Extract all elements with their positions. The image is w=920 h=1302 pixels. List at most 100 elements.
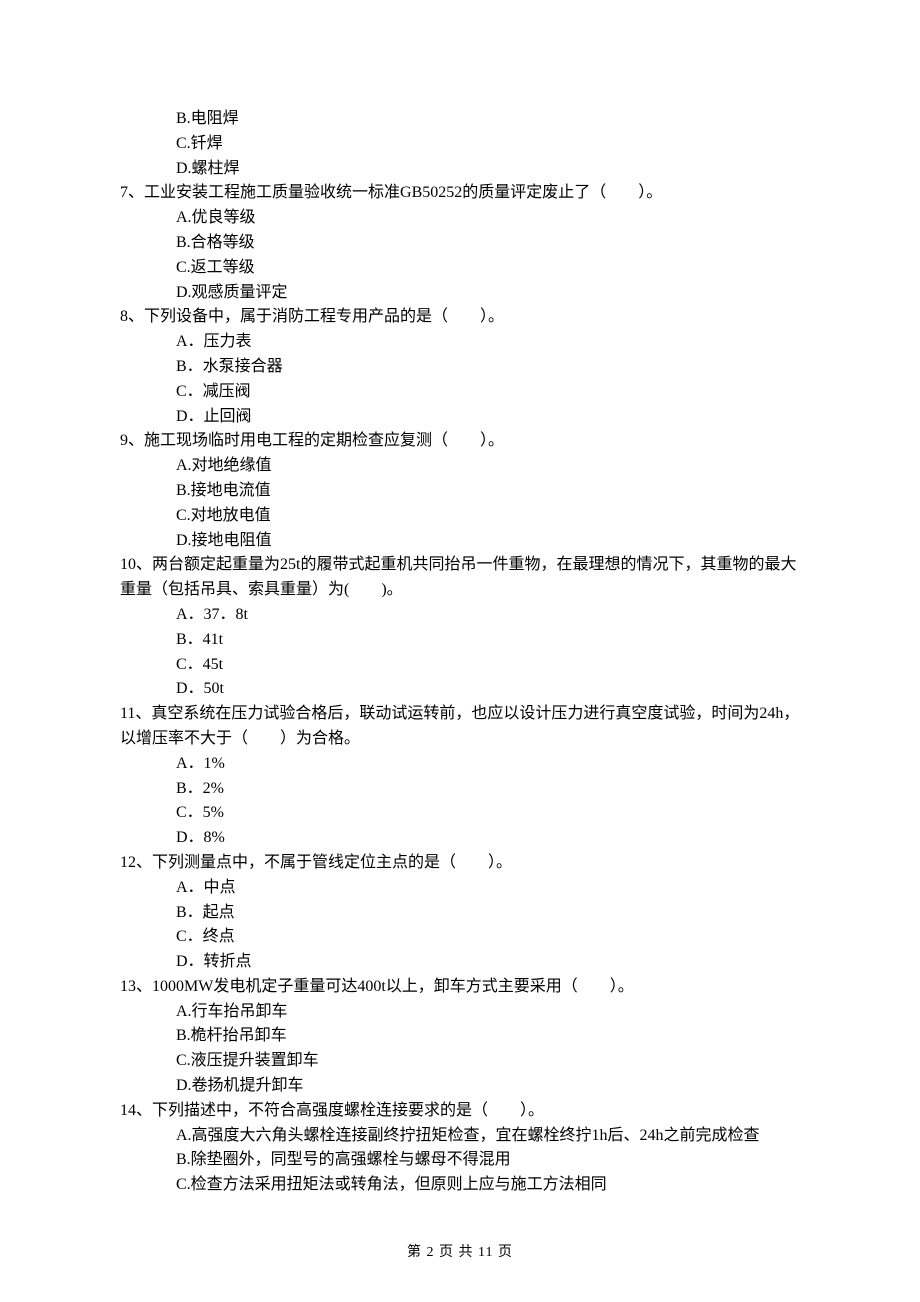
option-text: C．5%	[176, 804, 224, 821]
option-text: B．起点	[176, 904, 235, 921]
question-number: 12、	[120, 854, 152, 871]
question-12: 12、下列测量点中，不属于管线定位主点的是（ ）。 A．中点 B．起点 C．终点…	[120, 851, 800, 975]
page-number: 第 2 页 共 11 页	[407, 1245, 513, 1260]
question-number: 13、	[120, 978, 152, 995]
question-stem: 14、下列描述中，不符合高强度螺栓连接要求的是（ ）。	[120, 1099, 800, 1124]
question-stem: 11、真空系统在压力试验合格后，联动试运转前，也应以设计压力进行真空度试验，时间…	[120, 702, 800, 752]
option-text: C.返工等级	[176, 259, 255, 276]
option-text: A.行车抬吊卸车	[176, 1003, 288, 1020]
option-a: A.对地绝缘值	[120, 454, 800, 479]
option-c: C.液压提升装置卸车	[120, 1049, 800, 1074]
option-d: D.接地电阻值	[120, 529, 800, 554]
option-a: A．中点	[120, 876, 800, 901]
option-a: A．37．8t	[120, 603, 800, 628]
question-text: 工业安装工程施工质量验收统一标准GB50252的质量评定废止了（ ）。	[144, 184, 662, 201]
option-d: D．止回阀	[120, 405, 800, 430]
option-text: D．转折点	[176, 953, 252, 970]
question-text: 下列测量点中，不属于管线定位主点的是（ ）。	[152, 854, 512, 871]
option-text: B.桅杆抬吊卸车	[176, 1027, 287, 1044]
option-text: D．8%	[176, 829, 225, 846]
option-text: A．压力表	[176, 333, 252, 350]
option-b: B.接地电流值	[120, 479, 800, 504]
option-text: C.对地放电值	[176, 507, 271, 524]
option-text: D.观感质量评定	[176, 284, 288, 301]
option-text: C．减压阀	[176, 383, 251, 400]
question-14: 14、下列描述中，不符合高强度螺栓连接要求的是（ ）。 A.高强度大六角头螺栓连…	[120, 1099, 800, 1198]
option-c: C．终点	[120, 925, 800, 950]
option-a: A.高强度大六角头螺栓连接副终拧扭矩检查，宜在螺栓终拧1h后、24h之前完成检查	[120, 1124, 800, 1149]
option-c: C．5%	[120, 801, 800, 826]
option-text: B.除垫圈外，同型号的高强螺栓与螺母不得混用	[176, 1151, 511, 1168]
question-text: 1000MW发电机定子重量可达400t以上，卸车方式主要采用（ ）。	[152, 978, 634, 995]
option-text: D．止回阀	[176, 408, 252, 425]
question-number: 8、	[120, 308, 144, 325]
option-text: A．37．8t	[176, 606, 248, 623]
option-b: B．2%	[120, 777, 800, 802]
question-text: 下列描述中，不符合高强度螺栓连接要求的是（ ）。	[152, 1102, 544, 1119]
question-number: 7、	[120, 184, 144, 201]
option-d: D.卷扬机提升卸车	[120, 1074, 800, 1099]
option-text: A．1%	[176, 755, 225, 772]
question-number: 10、	[120, 556, 152, 573]
option-b: B.除垫圈外，同型号的高强螺栓与螺母不得混用	[120, 1148, 800, 1173]
question-number: 11、	[120, 705, 151, 722]
option-c: C.返工等级	[120, 256, 800, 281]
option-c: C．减压阀	[120, 380, 800, 405]
option-d: D.螺柱焊	[120, 157, 800, 182]
option-d: D．8%	[120, 826, 800, 851]
option-a: A．1%	[120, 752, 800, 777]
option-text: A．中点	[176, 879, 236, 896]
option-text: D．50t	[176, 680, 224, 697]
page-footer: 第 2 页 共 11 页	[0, 1242, 920, 1264]
option-b: B．水泵接合器	[120, 355, 800, 380]
question-text: 两台额定起重量为25t的履带式起重机共同抬吊一件重物，在最理想的情况下，其重物的…	[120, 556, 796, 598]
option-d: D．50t	[120, 677, 800, 702]
option-text: B．2%	[176, 780, 224, 797]
option-text: A.高强度大六角头螺栓连接副终拧扭矩检查，宜在螺栓终拧1h后、24h之前完成检查	[176, 1127, 760, 1144]
option-text: B.电阻焊	[176, 110, 239, 127]
option-b: B．41t	[120, 628, 800, 653]
question-text: 真空系统在压力试验合格后，联动试运转前，也应以设计压力进行真空度试验，时间为24…	[120, 705, 799, 747]
question-stem: 12、下列测量点中，不属于管线定位主点的是（ ）。	[120, 851, 800, 876]
option-c: C．45t	[120, 653, 800, 678]
option-text: C．45t	[176, 656, 223, 673]
question-stem: 7、工业安装工程施工质量验收统一标准GB50252的质量评定废止了（ ）。	[120, 181, 800, 206]
option-d: D．转折点	[120, 950, 800, 975]
option-text: B.合格等级	[176, 234, 255, 251]
option-b: B.电阻焊	[120, 107, 800, 132]
option-a: A.行车抬吊卸车	[120, 1000, 800, 1025]
option-b: B.桅杆抬吊卸车	[120, 1024, 800, 1049]
option-text: B.接地电流值	[176, 482, 271, 499]
question-13: 13、1000MW发电机定子重量可达400t以上，卸车方式主要采用（ ）。 A.…	[120, 975, 800, 1099]
option-c: C.对地放电值	[120, 504, 800, 529]
option-text: D.卷扬机提升卸车	[176, 1077, 304, 1094]
option-text: B．41t	[176, 631, 223, 648]
question-7: 7、工业安装工程施工质量验收统一标准GB50252的质量评定废止了（ ）。 A.…	[120, 181, 800, 305]
option-c: C.检查方法采用扭矩法或转角法，但原则上应与施工方法相同	[120, 1173, 800, 1198]
question-text: 下列设备中，属于消防工程专用产品的是（ ）。	[144, 308, 504, 325]
option-a: A．压力表	[120, 330, 800, 355]
question-stem: 10、两台额定起重量为25t的履带式起重机共同抬吊一件重物，在最理想的情况下，其…	[120, 553, 800, 603]
option-c: C.钎焊	[120, 132, 800, 157]
option-a: A.优良等级	[120, 206, 800, 231]
option-text: C.检查方法采用扭矩法或转角法，但原则上应与施工方法相同	[176, 1176, 607, 1193]
option-text: A.优良等级	[176, 209, 256, 226]
option-text: C.钎焊	[176, 135, 223, 152]
question-text: 施工现场临时用电工程的定期检查应复测（ ）。	[144, 432, 504, 449]
question-10: 10、两台额定起重量为25t的履带式起重机共同抬吊一件重物，在最理想的情况下，其…	[120, 553, 800, 702]
page: B.电阻焊 C.钎焊 D.螺柱焊 7、工业安装工程施工质量验收统一标准GB502…	[0, 0, 920, 1302]
option-text: C.液压提升装置卸车	[176, 1052, 319, 1069]
question-stem: 13、1000MW发电机定子重量可达400t以上，卸车方式主要采用（ ）。	[120, 975, 800, 1000]
question-11: 11、真空系统在压力试验合格后，联动试运转前，也应以设计压力进行真空度试验，时间…	[120, 702, 800, 851]
question-number: 9、	[120, 432, 144, 449]
option-b: B．起点	[120, 901, 800, 926]
orphan-options-block: B.电阻焊 C.钎焊 D.螺柱焊	[120, 107, 800, 181]
option-text: B．水泵接合器	[176, 358, 283, 375]
option-text: D.接地电阻值	[176, 532, 272, 549]
question-stem: 9、施工现场临时用电工程的定期检查应复测（ ）。	[120, 429, 800, 454]
option-text: D.螺柱焊	[176, 160, 240, 177]
option-b: B.合格等级	[120, 231, 800, 256]
option-text: A.对地绝缘值	[176, 457, 272, 474]
option-d: D.观感质量评定	[120, 281, 800, 306]
option-text: C．终点	[176, 928, 235, 945]
